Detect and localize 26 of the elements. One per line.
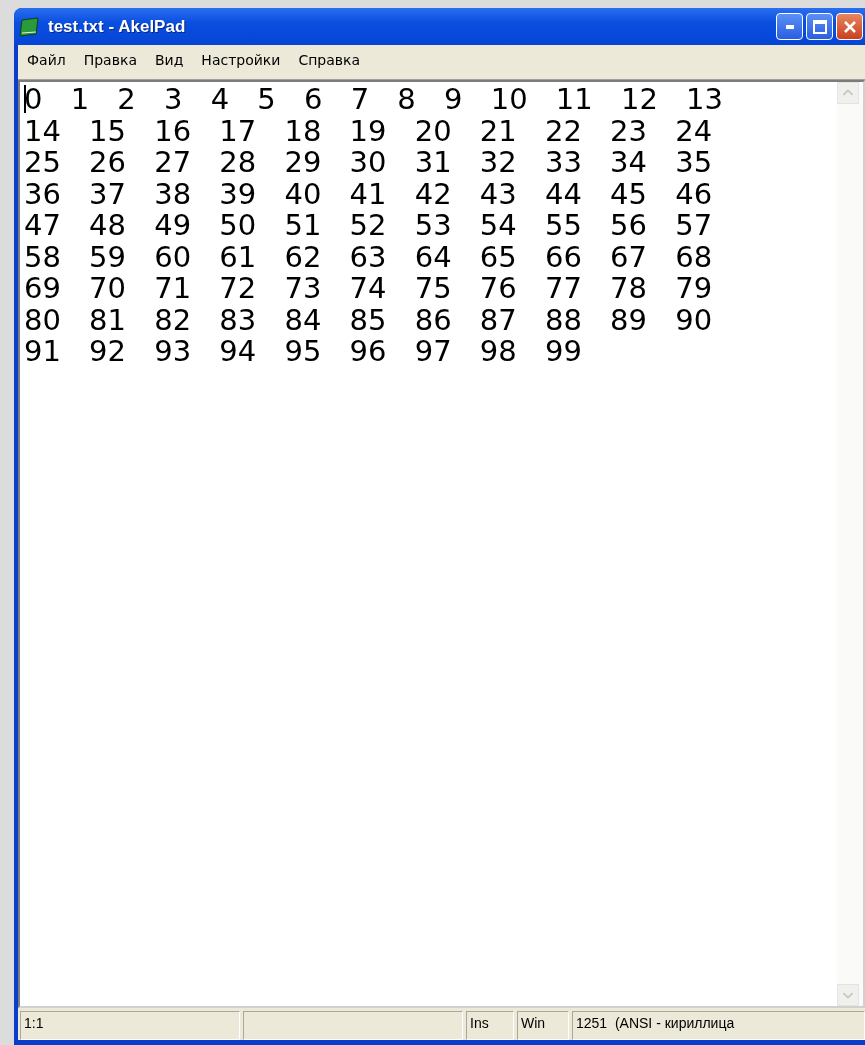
- notepad-icon: [18, 16, 40, 37]
- status-cell: Win: [517, 1011, 569, 1040]
- menu-item[interactable]: Правка: [76, 49, 144, 71]
- text-line: 25 26 27 28 29 30 31 32 33 34 35: [24, 147, 714, 179]
- text-line: 0 1 2 3 4 5 6 7 8 9 10 11 12 13: [24, 84, 724, 116]
- text-line: 91 92 93 94 95 96 97 98 99: [24, 336, 583, 368]
- status-cell: Ins: [466, 1011, 514, 1040]
- close-icon: [842, 19, 857, 34]
- text-line: 58 59 60 61 62 63 64 65 66 67 68: [24, 241, 714, 273]
- menu-item[interactable]: Справка: [291, 49, 368, 71]
- maximize-icon: [812, 19, 827, 34]
- minimize-icon: [785, 24, 794, 29]
- menu-item[interactable]: Файл: [20, 49, 73, 71]
- text-line: 80 81 82 83 84 85 86 87 88 89 90: [24, 304, 714, 336]
- menu-item[interactable]: Вид: [147, 49, 191, 71]
- text-line: 69 70 71 72 73 74 75 76 77 78 79: [24, 273, 714, 305]
- text-line: 14 15 16 17 18 19 20 21 22 23 24: [24, 115, 714, 147]
- status-cell: 1:1: [20, 1011, 240, 1040]
- text-line: 47 48 49 50 51 52 53 54 55 56 57: [24, 210, 714, 242]
- maximize-button[interactable]: [806, 13, 833, 40]
- window-title: test.txt - AkelPad: [48, 16, 186, 37]
- text-line: 36 37 38 39 40 41 42 43 44 45 46: [24, 178, 714, 210]
- status-cell: 1251 (ANSI - кириллица: [572, 1011, 865, 1040]
- menu-item[interactable]: Настройки: [194, 49, 288, 71]
- minimize-button[interactable]: [776, 13, 803, 40]
- close-button[interactable]: [836, 13, 863, 40]
